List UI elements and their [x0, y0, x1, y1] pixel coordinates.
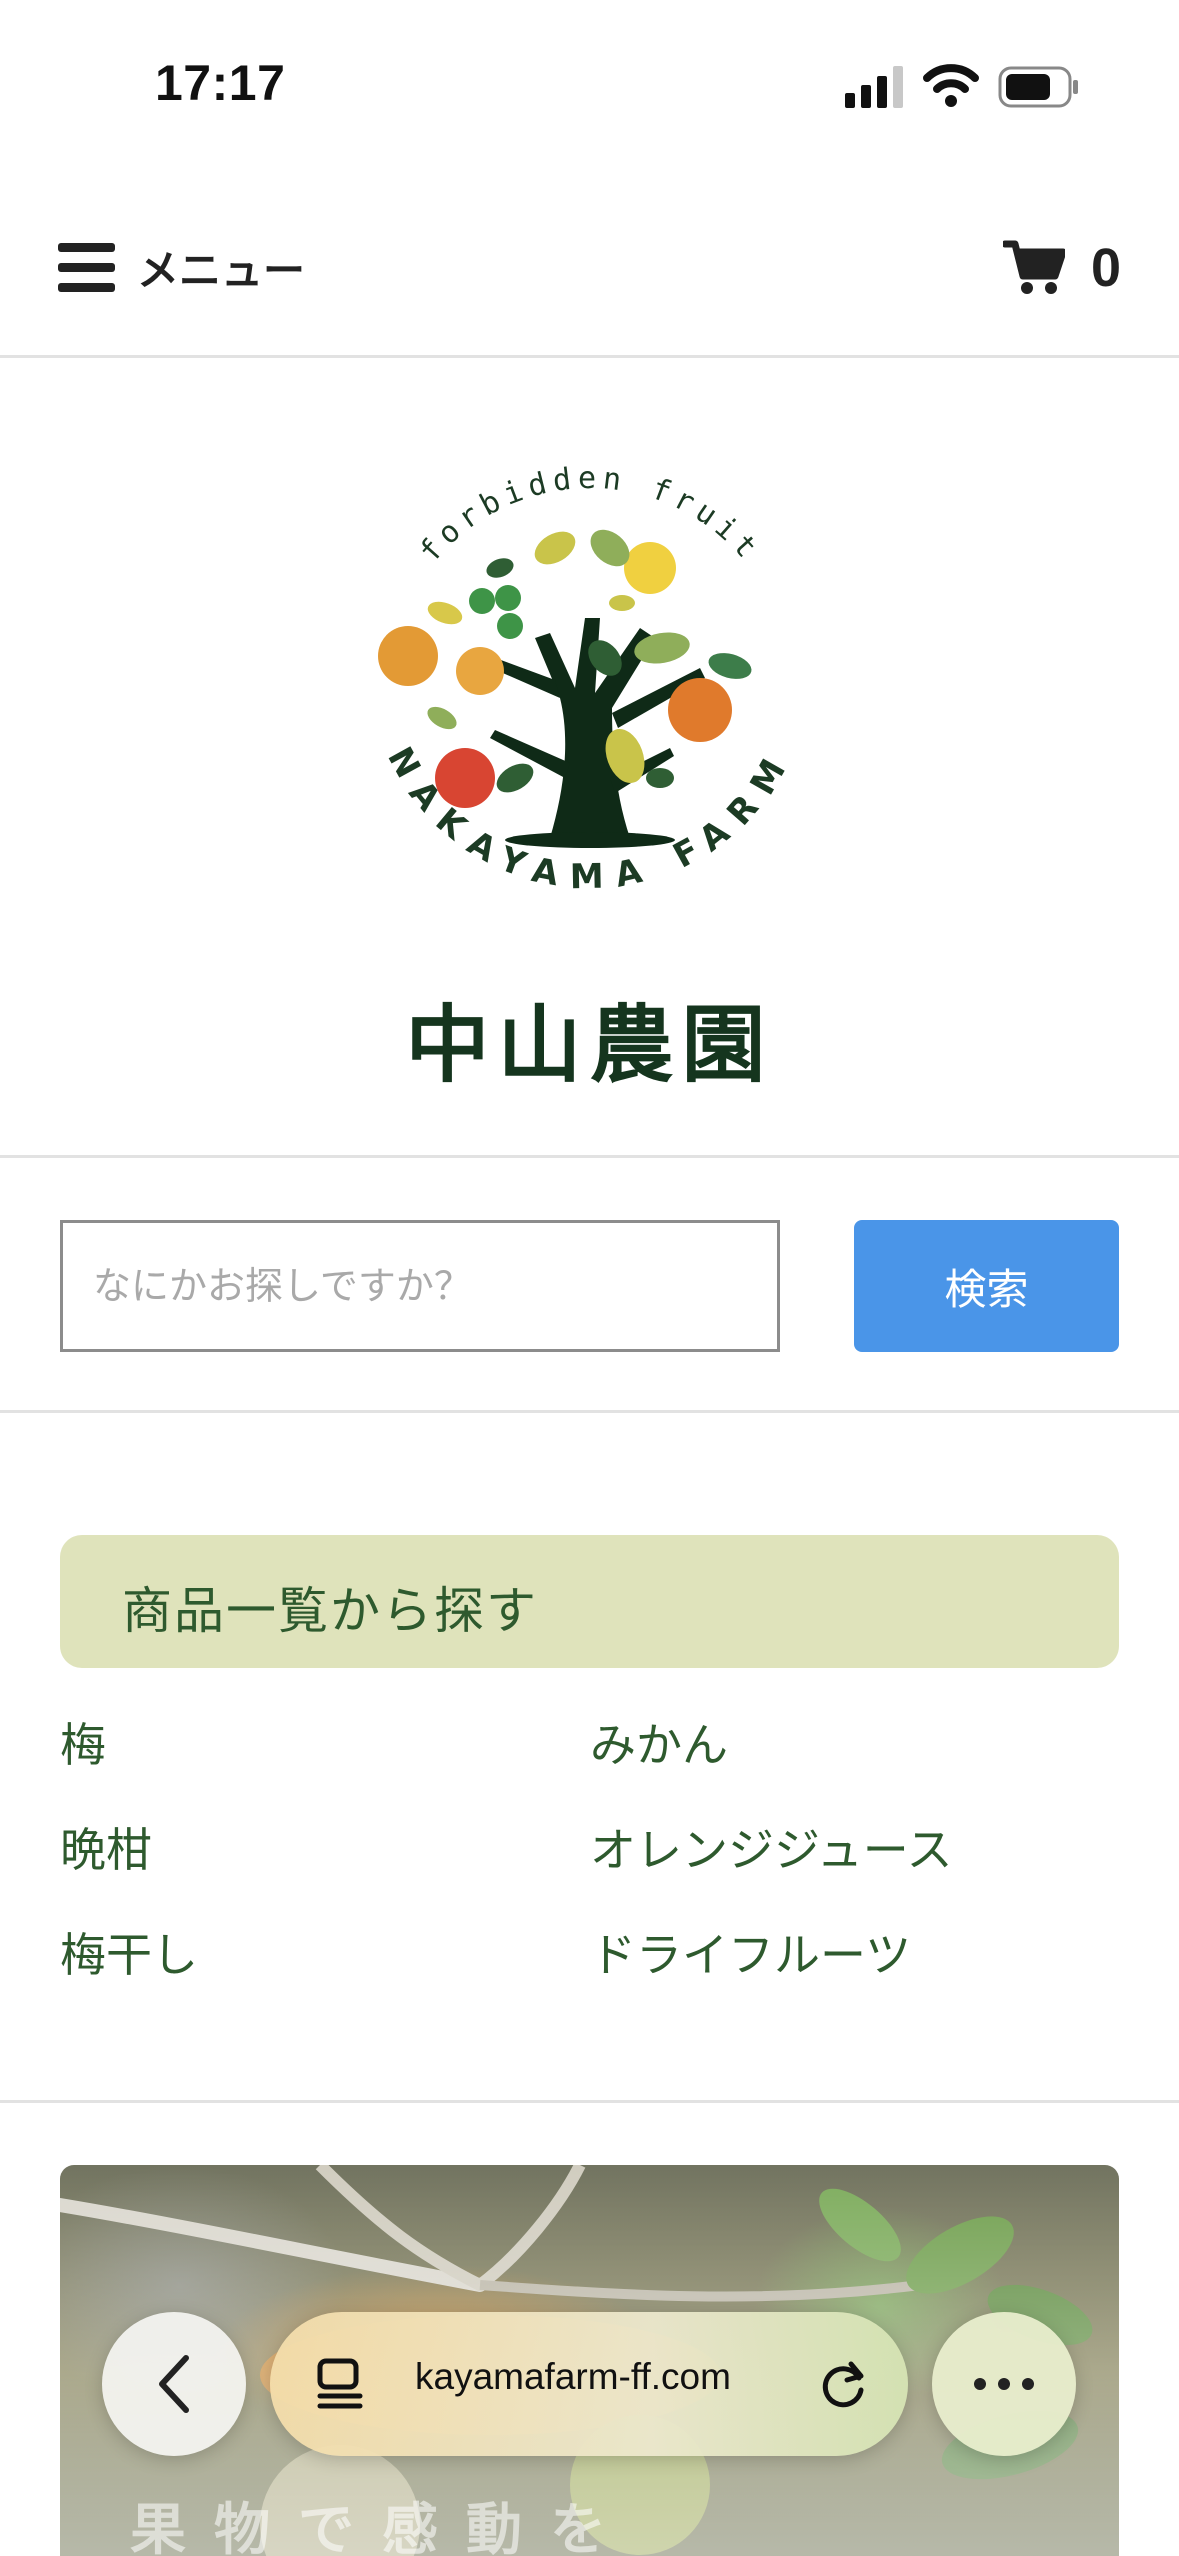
category-link-dried-fruit[interactable]: ドライフルーツ	[590, 1923, 1119, 2028]
category-section: 商品一覧から探す 梅 みかん 晩柑 オレンジジュース 梅干し ドライフルーツ	[0, 1413, 1179, 2103]
search-section: 検索	[0, 1158, 1179, 1413]
site-header: メニュー 0	[0, 175, 1179, 358]
category-title-box: 商品一覧から探す	[60, 1535, 1119, 1668]
nakayama-farm-logo[interactable]: forbidden fruit NAKAYAMA FARM	[350, 448, 830, 928]
cellular-signal-icon	[845, 66, 903, 108]
battery-icon	[998, 66, 1078, 108]
search-button[interactable]: 検索	[854, 1220, 1119, 1352]
search-input[interactable]	[60, 1220, 780, 1352]
ellipsis-icon	[974, 2378, 1034, 2390]
cart-button[interactable]: 0	[1002, 237, 1121, 299]
category-list: 梅 みかん 晩柑 オレンジジュース 梅干し ドライフルーツ	[60, 1713, 1119, 2028]
menu-button[interactable]: メニュー	[58, 240, 305, 295]
page-tabs-icon	[317, 2358, 363, 2409]
shopping-cart-icon	[1002, 240, 1065, 294]
more-options-button[interactable]	[932, 2312, 1076, 2456]
svg-text:forbidden fruit: forbidden fruit	[413, 461, 768, 569]
status-time: 17:17	[155, 55, 286, 111]
cart-count: 0	[1090, 238, 1121, 298]
hero-caption: 果物で感動を	[130, 2498, 634, 2556]
hamburger-menu-icon	[58, 242, 115, 292]
chevron-left-icon	[159, 2355, 189, 2413]
category-link-mikan[interactable]: みかん	[590, 1713, 1119, 1818]
category-link-bankan[interactable]: 晩柑	[60, 1818, 590, 1923]
logo-japanese-name: 中山農園	[405, 996, 774, 1094]
menu-label: メニュー	[137, 246, 306, 295]
logo-section: forbidden fruit NAKAYAMA FARM 中山農園	[0, 358, 1179, 1158]
category-link-ume[interactable]: 梅	[60, 1713, 590, 1818]
url-text: kayamafarm-ff.com	[415, 2356, 731, 2397]
logo-arc-text: forbidden fruit	[413, 461, 762, 569]
category-title: 商品一覧から探す	[122, 1582, 538, 1640]
category-link-orange-juice[interactable]: オレンジジュース	[590, 1818, 1119, 1923]
reload-icon[interactable]	[815, 2356, 871, 2412]
address-bar[interactable]: kayamafarm-ff.com	[270, 2312, 908, 2456]
status-bar: 17:17	[0, 0, 1179, 175]
wifi-icon	[923, 64, 979, 107]
back-button[interactable]	[102, 2312, 246, 2456]
category-link-umeboshi[interactable]: 梅干し	[60, 1923, 590, 2028]
